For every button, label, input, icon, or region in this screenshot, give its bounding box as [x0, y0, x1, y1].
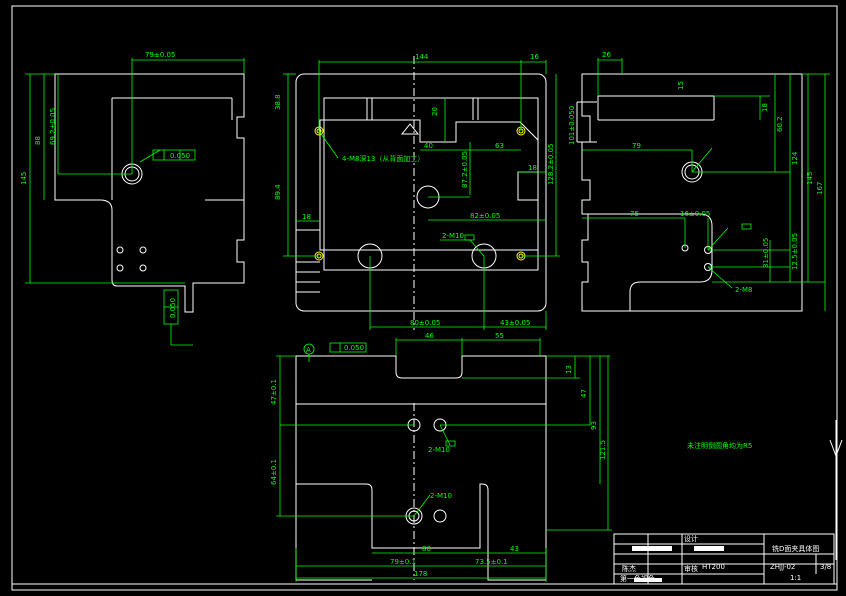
dim-right-145: 145 [806, 172, 814, 185]
dim-left-flat: 0.050 [170, 152, 190, 160]
dim-bottom-47: 47 [580, 389, 588, 398]
dim-center-top: 144 [415, 53, 429, 61]
note-right-holes: 2-M8 [735, 286, 752, 294]
dim-center-128: 128.2±0.05 [547, 144, 555, 186]
right-view: 26 15 18 60.2 124 145 167 79 75 16±0.05 … [568, 51, 830, 312]
dim-left-88: 88 [34, 136, 42, 145]
tb-role-design: 设计 [684, 534, 698, 543]
dim-bottom-80: 80 [422, 545, 431, 553]
dim-bottom-79: 79±0.1 [390, 558, 416, 566]
dim-left-tol: 0.050 [169, 298, 177, 318]
tb-part-name: 铣D面夹具体图 [772, 544, 819, 553]
dim-bottom-73: 73.5±0.1 [475, 558, 508, 566]
tb-role-check: 审核 [684, 564, 698, 573]
dim-center-89: 89.4 [274, 184, 282, 200]
dim-bottom-13: 13 [565, 365, 573, 374]
dim-center-16: 16 [530, 53, 539, 61]
dim-right-31: 31±0.05 [762, 238, 770, 268]
dim-bottom-64: 64±0.1 [270, 459, 278, 485]
dim-right-15: 15 [677, 81, 685, 90]
dim-center-63: 63 [495, 142, 504, 150]
title-block: 设计 审核 陈杰 第一角视角 HT200 铣D面夹具体图 ZHJJ-02 3/8… [613, 533, 835, 585]
dim-center-80: 80±0.05 [410, 319, 440, 327]
dim-right-60: 60.2 [776, 116, 784, 132]
general-note: 未注明倒圆角均为R5 [687, 441, 752, 450]
dim-bottom-46: 46 [425, 332, 434, 340]
dim-right-101: 101±0.050 [568, 106, 576, 145]
note-center-tap: 2-M10 [442, 232, 464, 240]
note-center-holes: 4-M8深13（从背面加工） [342, 154, 424, 163]
dim-bottom-43: 43 [510, 545, 519, 553]
left-view: 79±0.05 88 69.2±0.05 145 0.050 0.050 [20, 51, 245, 346]
dim-right-167: 167 [816, 182, 824, 195]
dim-right-16: 16±0.05 [680, 210, 710, 218]
dim-bottom-178: 178 [414, 570, 427, 578]
tb-sheet: 3/8 [820, 563, 831, 571]
dim-center-40: 40 [424, 142, 433, 150]
dim-right-26: 26 [602, 51, 611, 59]
tb-material: HT200 [702, 563, 725, 571]
dim-center-38: 38.8 [274, 94, 282, 110]
dim-right-75: 75 [630, 210, 639, 218]
tb-school: 第一角视角 [620, 574, 655, 583]
center-view: 144 16 38.8 89.4 20 40 63 87.2±0.05 128.… [274, 53, 560, 330]
dim-center-82: 82±0.05 [470, 212, 500, 220]
datum-a: A [306, 346, 311, 354]
dim-center-87: 87.2±0.05 [461, 151, 469, 188]
dim-bottom-47b: 47±0.1 [270, 379, 278, 405]
note-bottom-tap2: 2-M10 [430, 492, 452, 500]
tb-drawing-no: ZHJJ-02 [770, 563, 795, 571]
tb-scale: 1:1 [790, 574, 801, 582]
dim-center-20: 20 [431, 107, 439, 116]
dim-center-18b: 18 [302, 213, 311, 221]
dim-left-145: 145 [20, 172, 28, 185]
dim-bottom-55: 55 [495, 332, 504, 340]
dim-bottom-flat: 0.050 [344, 344, 364, 352]
tb-designer: 陈杰 [622, 564, 636, 573]
dim-bottom-93: 93 [590, 421, 598, 430]
dim-bottom-121: 121.5 [599, 440, 607, 460]
cad-drawing: 79±0.05 88 69.2±0.05 145 0.050 0.050 144… [11, 5, 843, 591]
dim-left-top: 79±0.05 [145, 51, 175, 59]
dim-right-79: 79 [632, 142, 641, 150]
dim-right-18: 18 [761, 103, 769, 112]
dim-right-124: 124 [791, 151, 799, 165]
dim-right-12: 12.5±0.05 [791, 233, 799, 270]
bottom-view: 46 55 13 47 47±0.1 93 121.5 64±0.1 80 43… [270, 332, 612, 582]
dim-center-18a: 18 [528, 164, 537, 172]
dim-left-69: 69.2±0.05 [49, 108, 57, 145]
note-bottom-tap1: 2-M10 [428, 446, 450, 454]
dim-center-43: 43±0.05 [500, 319, 530, 327]
